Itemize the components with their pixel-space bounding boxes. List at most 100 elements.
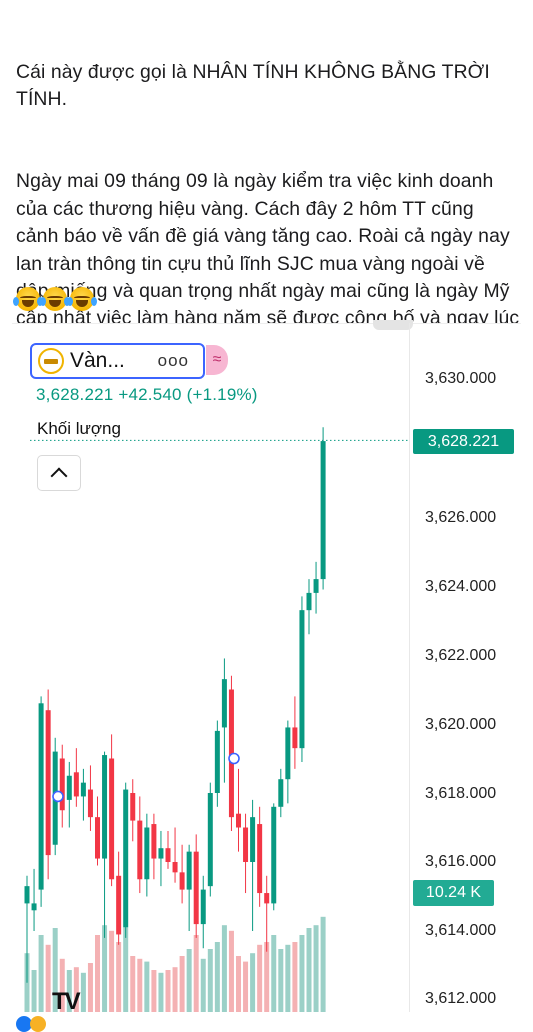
volume-bar bbox=[264, 942, 270, 1012]
volume-bar bbox=[228, 930, 234, 1012]
axis-tick: 3,622.000 bbox=[425, 647, 497, 664]
candle bbox=[193, 851, 199, 925]
volume-bar bbox=[243, 961, 249, 1012]
volume-bar bbox=[165, 970, 171, 1012]
last-price-tag: 3,628.221 bbox=[413, 429, 514, 454]
candle bbox=[102, 755, 108, 859]
axis-tick: 3,612.000 bbox=[425, 990, 497, 1007]
candle bbox=[257, 824, 263, 894]
candle bbox=[151, 824, 157, 859]
candle bbox=[299, 610, 305, 749]
axis-tick: 3,618.000 bbox=[425, 785, 497, 802]
candle bbox=[144, 827, 150, 880]
volume-bar bbox=[214, 942, 220, 1012]
candle bbox=[236, 813, 241, 828]
volume-bar bbox=[109, 930, 115, 1012]
candle bbox=[306, 592, 312, 611]
volume-bar bbox=[299, 935, 305, 1012]
candle bbox=[38, 703, 44, 890]
candle bbox=[59, 758, 65, 811]
candle bbox=[250, 817, 256, 862]
candle bbox=[165, 848, 171, 862]
volume-bar bbox=[186, 949, 192, 1012]
volume-bar bbox=[31, 970, 37, 1012]
candle bbox=[87, 789, 93, 818]
price-change: 3,628.221 +42.540 (+1.19%) bbox=[36, 385, 258, 404]
axis-tick: 3,626.000 bbox=[425, 509, 497, 526]
volume-bar bbox=[144, 961, 150, 1012]
volume-bar bbox=[95, 935, 100, 1012]
more-options-icon[interactable]: ooo bbox=[158, 351, 189, 371]
axis-tick: 3,620.000 bbox=[425, 716, 497, 733]
volume-bar bbox=[80, 972, 86, 1012]
candle bbox=[45, 710, 51, 856]
chevron-up-icon bbox=[50, 467, 68, 484]
event-marker[interactable] bbox=[228, 752, 240, 765]
symbol-name: Vàn... bbox=[70, 349, 125, 372]
symbol-legend[interactable]: Vàn... ooo bbox=[30, 343, 205, 379]
volume-bar bbox=[179, 956, 185, 1012]
collapse-button[interactable] bbox=[37, 455, 81, 491]
candle bbox=[130, 793, 136, 821]
volume-bar bbox=[102, 925, 108, 1012]
volume-bar bbox=[130, 956, 136, 1012]
volume-bar bbox=[172, 967, 178, 1012]
volume-bar bbox=[285, 944, 291, 1012]
candle bbox=[207, 793, 213, 887]
haha-reaction-icon[interactable] bbox=[30, 1016, 46, 1032]
volume-bar bbox=[271, 935, 277, 1012]
volume-bar bbox=[320, 916, 326, 1012]
volume-bar bbox=[306, 928, 312, 1012]
volume-bar bbox=[151, 970, 157, 1012]
volume-bar bbox=[87, 963, 93, 1012]
candle bbox=[200, 889, 206, 925]
candle bbox=[271, 806, 277, 904]
volume-bar bbox=[45, 944, 51, 1012]
volume-bar bbox=[236, 956, 241, 1012]
candle bbox=[313, 579, 319, 593]
candle bbox=[278, 779, 284, 807]
candle bbox=[80, 782, 86, 797]
volume-label: Khối lượng bbox=[37, 419, 121, 438]
axis-tick: 3,630.000 bbox=[425, 370, 497, 387]
volume-bar bbox=[207, 949, 213, 1012]
candle bbox=[172, 862, 178, 873]
candle bbox=[31, 903, 37, 911]
candle bbox=[116, 875, 122, 935]
candle bbox=[292, 727, 298, 749]
volume-bar bbox=[158, 972, 164, 1012]
volume-bar bbox=[137, 958, 143, 1012]
axis-tick: 3,614.000 bbox=[425, 922, 497, 939]
gold-bar-icon bbox=[38, 348, 64, 374]
candle bbox=[109, 758, 115, 880]
candle bbox=[179, 872, 185, 890]
reactions-bar bbox=[0, 1012, 533, 1024]
candle bbox=[264, 893, 270, 904]
candle bbox=[158, 848, 164, 859]
candle bbox=[221, 679, 227, 728]
volume-bar bbox=[193, 935, 199, 1012]
candle bbox=[186, 851, 192, 890]
candle bbox=[24, 886, 30, 904]
volume-bar bbox=[116, 942, 122, 1012]
volume-bar bbox=[200, 958, 206, 1012]
candle bbox=[95, 817, 100, 859]
candle bbox=[137, 820, 143, 880]
volume-bar bbox=[250, 953, 256, 1012]
candle bbox=[320, 441, 326, 580]
volume-bar bbox=[257, 944, 263, 1012]
volume-bar bbox=[292, 942, 298, 1012]
axis-tick: 3,624.000 bbox=[425, 578, 497, 595]
candle bbox=[66, 775, 72, 800]
candle bbox=[243, 827, 249, 862]
volume-bar bbox=[221, 925, 227, 1012]
candle bbox=[73, 772, 79, 797]
volume-bar bbox=[313, 925, 319, 1012]
candle bbox=[123, 789, 129, 928]
event-marker[interactable] bbox=[52, 790, 64, 803]
volume-bar bbox=[38, 935, 44, 1012]
volume-tag: 10.24 K bbox=[413, 880, 494, 906]
volume-bar bbox=[123, 928, 129, 1012]
volume-bar bbox=[278, 949, 284, 1012]
candle bbox=[214, 730, 220, 793]
